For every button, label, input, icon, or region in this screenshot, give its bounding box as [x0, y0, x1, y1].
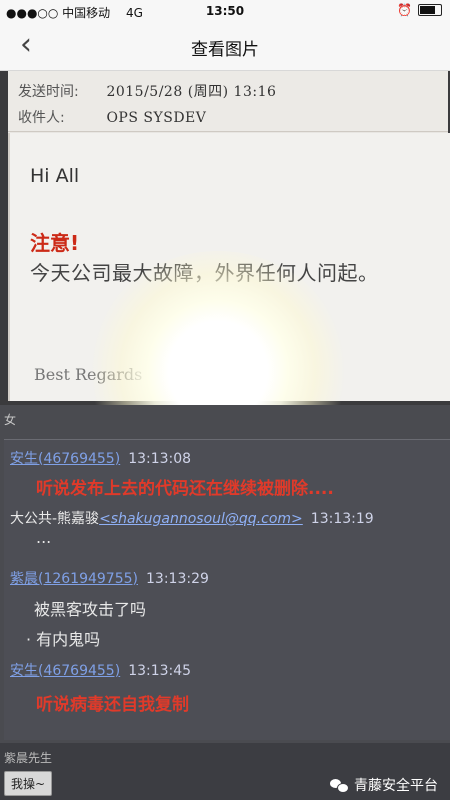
send-time-row: 发送时间: 2015/5/28 (周四) 13:16 — [18, 81, 276, 101]
message-header: 安生(46769455) 13:13:08 — [10, 448, 191, 468]
photo-viewer[interactable]: 发送时间: 2015/5/28 (周四) 13:16 收件人: OPS SYSD… — [0, 71, 450, 800]
chat-title: 女 — [4, 413, 17, 427]
message-header: 紫晨(1261949755) 13:13:29 — [10, 568, 209, 588]
email-greeting: Hi All — [30, 165, 80, 187]
message-header: 大公共-熊嘉骏<shakugannosoul@qq.com> 13:13:19 — [10, 508, 374, 528]
email-header: 发送时间: 2015/5/28 (周四) 13:16 收件人: OPS SYSD… — [8, 71, 448, 132]
contact-label: 紫晨先生 — [4, 751, 53, 765]
message-time: 13:13:08 — [128, 451, 192, 467]
recipient-row: 收件人: OPS SYSDEV — [18, 107, 206, 127]
chat-window: 女 安生(46769455) 13:13:08 听说发布上去的代码还在继续被删除.… — [0, 405, 450, 800]
message-header: 安生(46769455) 13:13:45 — [10, 660, 191, 680]
page-title: 查看图片 — [191, 40, 259, 60]
recipient-value: OPS SYSDEV — [106, 110, 207, 126]
sender-email[interactable]: <shakugannosoul@qq.com> — [99, 511, 303, 527]
sender-name[interactable]: 安生(46769455) — [10, 451, 120, 467]
battery-icon — [418, 4, 442, 16]
message-text: ... — [36, 528, 52, 547]
message-text: · 有内鬼吗 — [26, 630, 101, 649]
email-notice: 注意! — [30, 231, 80, 255]
recipient-label: 收件人: — [18, 110, 65, 126]
message-time: 13:13:19 — [310, 511, 374, 527]
nav-bar: ‹ 查看图片 — [0, 22, 450, 71]
wechat-icon — [330, 778, 349, 793]
status-bar: ●●●○○ 中国移动 4G 13:50 ⏰ — [0, 0, 450, 22]
sender-name[interactable]: 安生(46769455) — [10, 663, 120, 679]
send-time-label: 发送时间: — [18, 84, 79, 100]
watermark: 青藤安全平台 — [330, 775, 438, 795]
sender-name[interactable]: 紫晨(1261949755) — [10, 571, 138, 587]
message-text: 被黑客攻击了吗 — [34, 600, 147, 619]
message-text: 听说发布上去的代码还在继续被删除.... — [36, 479, 334, 499]
clock: 13:50 — [205, 4, 245, 18]
reply-button[interactable]: 我操~ — [4, 771, 53, 796]
sender-name[interactable]: 大公共-熊嘉骏 — [10, 511, 99, 527]
watermark-text: 青藤安全平台 — [354, 778, 438, 794]
chat-footer: 紫晨先生 我操~ 青藤安全平台 — [0, 743, 450, 800]
message-time: 13:13:29 — [146, 571, 209, 587]
send-time-value: 2015/5/28 (周四) 13:16 — [106, 84, 277, 100]
status-icons: ⏰ — [397, 3, 442, 17]
chat-messages: 安生(46769455) 13:13:08 听说发布上去的代码还在继续被删除...… — [4, 439, 450, 740]
alarm-icon: ⏰ — [397, 3, 412, 17]
message-time: 13:13:45 — [128, 663, 192, 679]
email-window: 发送时间: 2015/5/28 (周四) 13:16 收件人: OPS SYSD… — [8, 71, 450, 491]
message-text: 听说病毒还自我复制 — [36, 695, 189, 715]
